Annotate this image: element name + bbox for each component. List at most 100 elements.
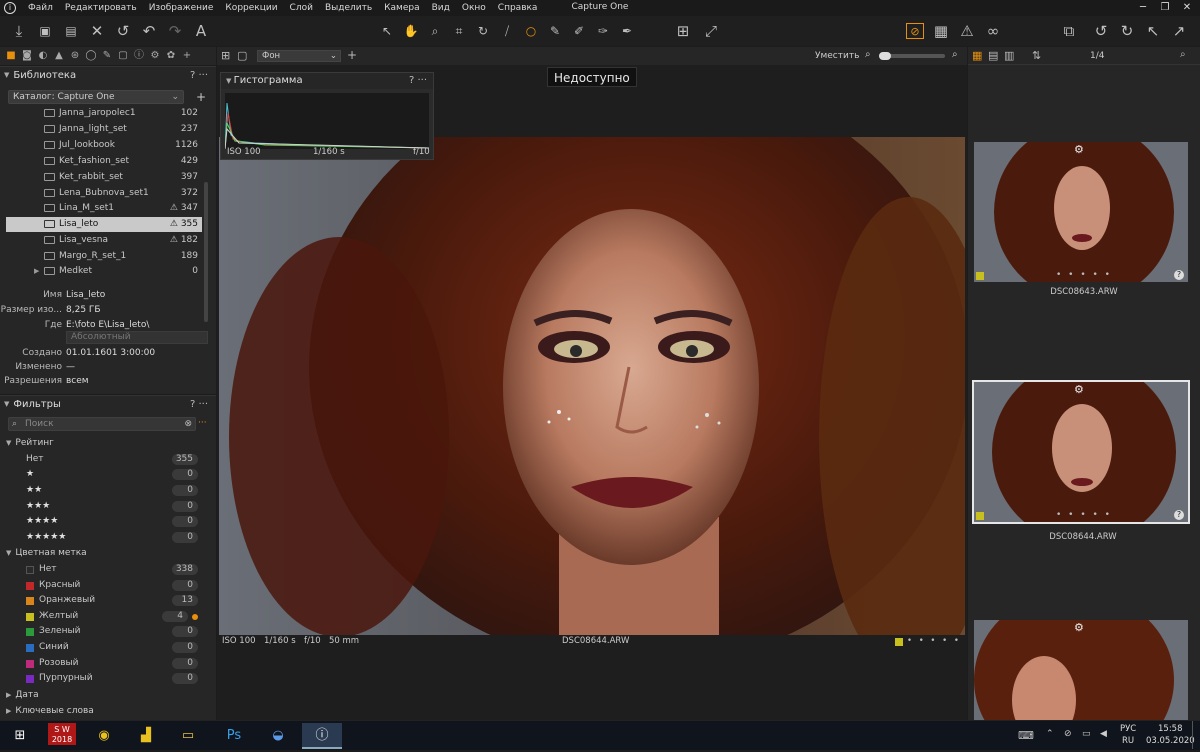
filmstrip-view-icon[interactable]: ▥ xyxy=(1004,49,1014,62)
library-panel-header[interactable]: ▼ Библиотека ? ··· xyxy=(0,66,216,83)
more-options-icon[interactable]: ··· xyxy=(198,418,207,428)
rating-filter-row[interactable]: Нет 355 xyxy=(0,452,210,467)
brush-icon[interactable]: ✎ xyxy=(544,20,566,42)
album-item[interactable]: Ket_rabbit_set 397 xyxy=(6,170,202,185)
rating-filter-row[interactable]: ★★ 0 xyxy=(0,483,210,498)
thumbnail-item[interactable]: ⚙ • • • • • ? DSC08643.ARW xyxy=(974,142,1188,297)
undo-adjustment-icon[interactable]: ↻ xyxy=(1116,20,1138,42)
chrome-icon[interactable]: ◉ xyxy=(84,723,124,749)
capture-one-app-icon[interactable]: i xyxy=(4,2,16,14)
output-tab-icon[interactable]: ⚙ xyxy=(148,49,162,63)
paste-arrow-icon[interactable]: ↗ xyxy=(1168,20,1190,42)
close-window-button[interactable]: ✕ xyxy=(1176,0,1198,16)
album-item[interactable]: Lina_M_set1 ⚠ 347 xyxy=(6,201,202,216)
menu-window[interactable]: Окно xyxy=(456,3,492,13)
panel-help-icon[interactable]: ? ··· xyxy=(190,399,208,410)
menu-view[interactable]: Вид xyxy=(426,3,456,13)
color-tag-icon[interactable] xyxy=(976,512,984,520)
batman-app-icon[interactable]: ▟ xyxy=(126,723,166,749)
lens-tab-icon[interactable]: ◐ xyxy=(36,49,50,63)
color-tab-icon[interactable]: ▲ xyxy=(52,49,66,63)
color-filter-row[interactable]: Синий 0 xyxy=(0,640,210,655)
color-filter-row[interactable]: Розовый 0 xyxy=(0,656,210,671)
help-icon[interactable]: ? xyxy=(1174,270,1184,280)
menu-image[interactable]: Изображение xyxy=(143,3,220,13)
grid-layout-icon[interactable]: ⊞ xyxy=(221,49,230,62)
exposure-tab-icon[interactable]: ⊛ xyxy=(68,49,82,63)
fit-label[interactable]: Уместить xyxy=(815,51,859,61)
color-section-header[interactable]: ▼ Цветная метка xyxy=(6,546,87,560)
metadata-tab-icon[interactable]: ⓘ xyxy=(132,49,146,63)
cursor-icon[interactable]: ↖ xyxy=(376,20,398,42)
album-item[interactable]: Janna_jaropolec1 102 xyxy=(6,106,202,121)
text-tool-icon[interactable]: A xyxy=(190,20,212,42)
color-filter-row[interactable]: Нет 338 xyxy=(0,562,210,577)
main-photo[interactable] xyxy=(219,137,965,635)
zoom-in-icon[interactable]: ⌕ xyxy=(952,49,958,60)
menu-help[interactable]: Справка xyxy=(492,3,544,13)
spot-removal-icon[interactable]: ○ xyxy=(520,20,542,42)
reset-adjustments-icon[interactable]: ↺ xyxy=(1090,20,1112,42)
filter-search-input[interactable]: ⌕ Поиск ⊗ xyxy=(8,417,196,431)
zoom-out-icon[interactable]: ⌕ xyxy=(865,49,871,60)
star-rating-dots[interactable]: • • • • • xyxy=(1056,510,1112,520)
menu-adjustments[interactable]: Коррекции xyxy=(219,3,283,13)
fullscreen-icon[interactable]: ⤢ xyxy=(700,20,722,42)
capture-one-taskbar-icon[interactable]: ⓘ xyxy=(302,723,342,749)
star-rating-dots[interactable]: • • • • • xyxy=(1056,270,1112,280)
color-tag-icon[interactable] xyxy=(976,272,984,280)
catalog-select[interactable]: Каталог: Capture One ⌄ xyxy=(8,90,184,104)
zoom-slider[interactable] xyxy=(879,52,945,60)
menu-camera[interactable]: Камера xyxy=(378,3,425,13)
show-desktop-button[interactable] xyxy=(1192,721,1198,749)
color-filter-row[interactable]: Красный 0 xyxy=(0,578,210,593)
star-rating-dots[interactable]: • • • • • xyxy=(907,636,961,646)
exposure-warning-icon[interactable]: ⚠ xyxy=(956,20,978,42)
menu-layer[interactable]: Слой xyxy=(284,3,319,13)
album-item[interactable]: Ket_fashion_set 429 xyxy=(6,154,202,169)
layer-select[interactable]: Фон ⌄ xyxy=(257,50,341,62)
date-section-header[interactable]: ▶ Дата xyxy=(6,688,39,702)
menu-select[interactable]: Выделить xyxy=(319,3,378,13)
menu-file[interactable]: Файл xyxy=(22,3,59,13)
album-item[interactable]: Jul_lookbook 1126 xyxy=(6,138,202,153)
copy-adjustments-icon[interactable]: ⧉ xyxy=(1058,20,1080,42)
keyboard-icon[interactable]: ⌨ xyxy=(1018,729,1034,742)
glasses-icon[interactable]: ∞ xyxy=(982,20,1004,42)
minimize-button[interactable]: ─ xyxy=(1132,0,1154,16)
camera-icon[interactable]: ▣ xyxy=(34,20,56,42)
display-icon[interactable]: ▭ xyxy=(1082,729,1091,739)
volume-icon[interactable]: ◀ xyxy=(1100,729,1107,739)
panel-help-icon[interactable]: ? ··· xyxy=(190,70,208,81)
batch-tab-icon[interactable]: ✿ xyxy=(164,49,178,63)
add-collection-icon[interactable]: + xyxy=(196,90,206,104)
clear-search-icon[interactable]: ⊗ xyxy=(184,418,192,430)
adjustments-tab-icon[interactable]: ▢ xyxy=(116,49,130,63)
pan-icon[interactable]: ✋ xyxy=(400,20,422,42)
album-item[interactable]: Lena_Bubnova_set1 372 xyxy=(6,186,202,201)
sort-icon[interactable]: ⇅ xyxy=(1032,49,1041,62)
capture-tab-icon[interactable]: ◙ xyxy=(20,49,34,63)
rating-filter-row[interactable]: ★★★★★ 0 xyxy=(0,530,210,545)
path-mode-select[interactable]: Абсолютный xyxy=(66,331,208,344)
details-tab-icon[interactable]: ◯ xyxy=(84,49,98,63)
network-icon[interactable]: ⊘ xyxy=(1064,729,1072,739)
grid-view-icon[interactable]: ⊞ xyxy=(672,20,694,42)
add-layer-icon[interactable]: + xyxy=(347,48,357,62)
keystone-icon[interactable]: ⧸ xyxy=(496,20,518,42)
copy-arrow-icon[interactable]: ↖ xyxy=(1142,20,1164,42)
album-item[interactable]: ▶ Medket 0 xyxy=(6,264,202,279)
library-tab-icon[interactable]: ■ xyxy=(4,49,18,63)
photoshop-icon[interactable]: Ps xyxy=(214,723,254,749)
rotate-icon[interactable]: ↻ xyxy=(472,20,494,42)
keywords-section-header[interactable]: ▶ Ключевые слова xyxy=(6,704,94,718)
expand-icon[interactable]: ▶ xyxy=(34,264,39,279)
redo-icon[interactable]: ↷ xyxy=(164,20,186,42)
plus-tab-icon[interactable]: + xyxy=(180,49,194,63)
histogram-header[interactable]: ▼ Гистограмма ? ··· xyxy=(221,73,433,89)
loupe-icon[interactable]: ⌕ xyxy=(424,20,446,42)
language-indicator[interactable]: РУС xyxy=(1120,724,1136,734)
single-view-icon[interactable]: ▢ xyxy=(237,49,247,62)
thumbnail-item-selected[interactable]: ⚙ • • • • • ? DSC08644.ARW xyxy=(972,380,1190,542)
color-tag-icon[interactable] xyxy=(895,638,903,646)
